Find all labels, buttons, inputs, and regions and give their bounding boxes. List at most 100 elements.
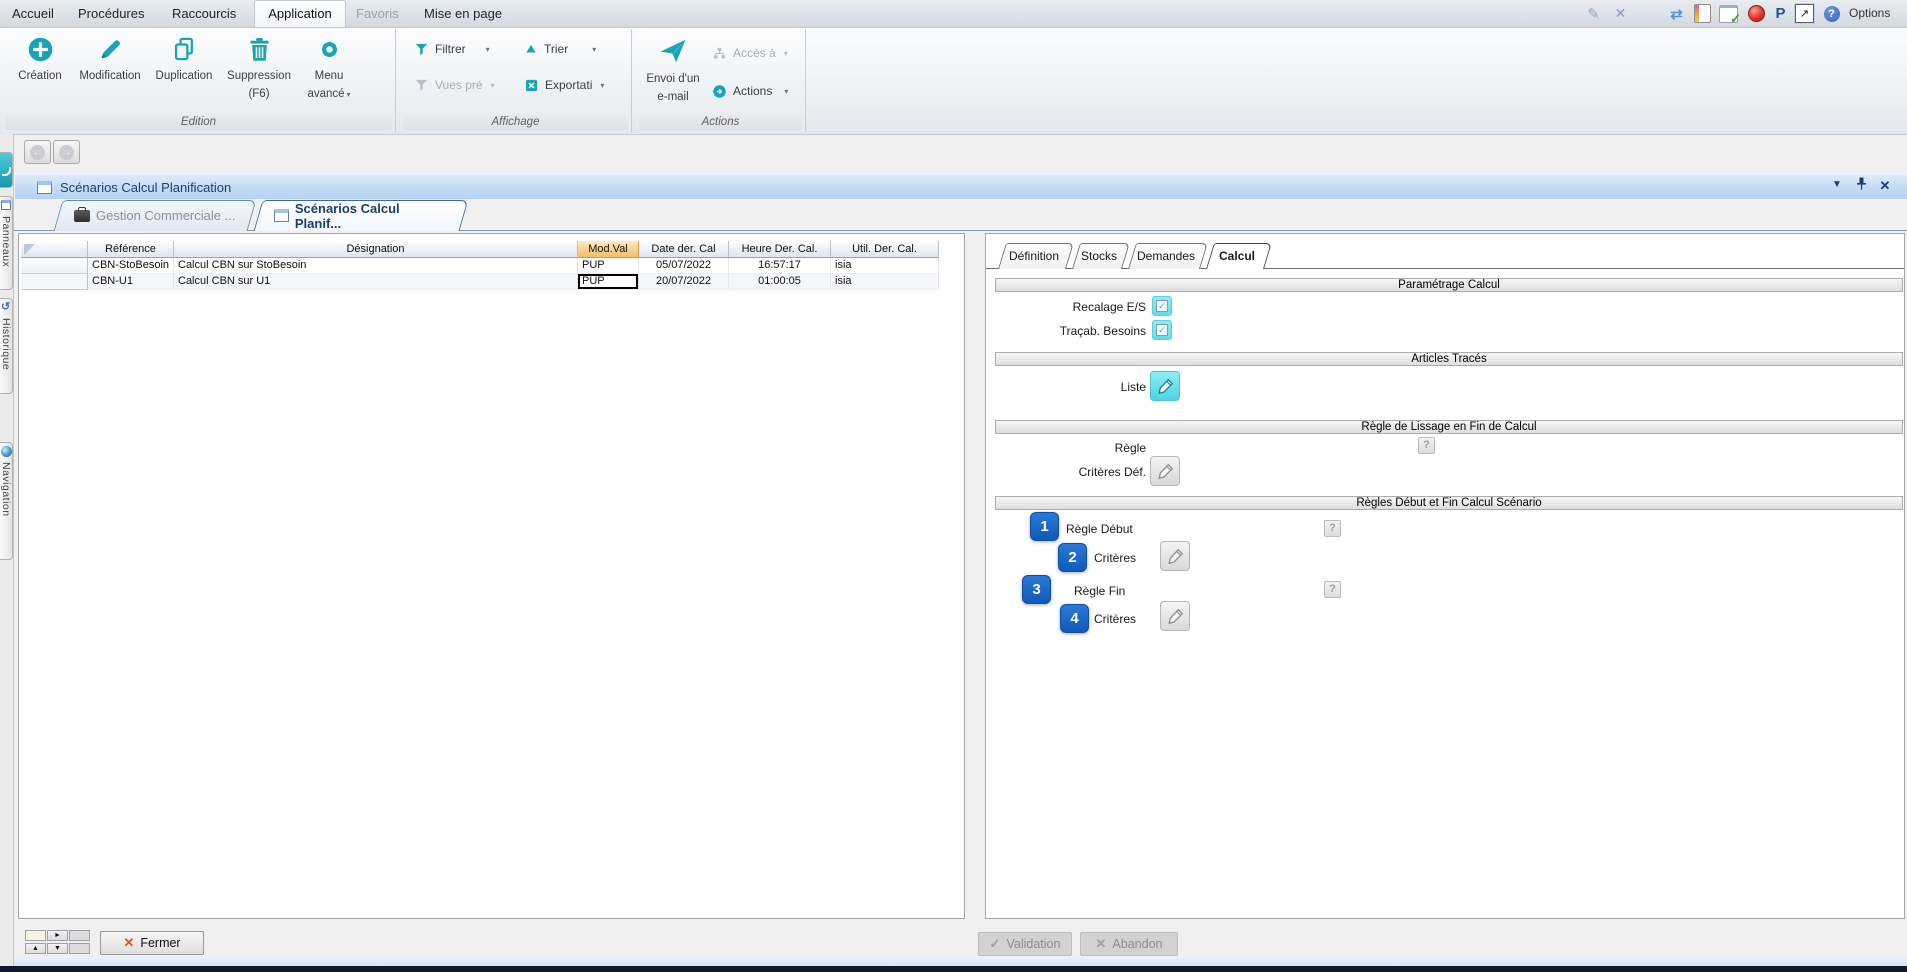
table-row[interactable]: CBN-U1 Calcul CBN sur U1 PUP 20/07/2022 … — [21, 274, 939, 290]
titlebar-dropdown-icon[interactable]: ▼ — [1828, 179, 1846, 190]
validation-label: Validation — [1006, 937, 1060, 951]
menu-favoris[interactable]: Favoris — [356, 0, 399, 27]
regle-debut-help-button[interactable]: ? — [1324, 520, 1341, 537]
liste-edit-button[interactable] — [1150, 371, 1180, 401]
signature-edit-icon[interactable]: ✎ — [1583, 3, 1604, 24]
col-header-heure[interactable]: Heure Der. Cal. — [729, 241, 831, 258]
creation-button[interactable]: Création — [7, 34, 73, 114]
annotation-badge-1: 1 — [1030, 512, 1059, 541]
history-forward-button[interactable]: → — [53, 140, 80, 164]
trier-button[interactable]: Trier ▾ — [524, 39, 596, 59]
sidebar-tab-historique[interactable]: ↺ Historique — [0, 298, 13, 394]
record-extra-button1[interactable] — [69, 930, 90, 941]
cell-designation[interactable]: Calcul CBN sur U1 — [174, 274, 578, 290]
suppression-label-line2: (F6) — [248, 88, 269, 100]
modification-button[interactable]: Modification — [72, 34, 148, 114]
validation-button[interactable]: ✓ Validation — [978, 932, 1072, 956]
help-icon[interactable]: ? — [1821, 3, 1842, 24]
cell-util[interactable]: isia — [831, 274, 939, 290]
table-row[interactable]: CBN-StoBesoin Calcul CBN sur StoBesoin P… — [21, 258, 939, 274]
sidebar-collapsed-panel-tab[interactable] — [0, 152, 13, 188]
record-next-button[interactable]: ▼ — [47, 943, 68, 954]
tab-demandes[interactable]: Demandes — [1128, 243, 1204, 269]
tab-scenarios-calcul[interactable]: Scénarios Calcul Planif... — [252, 200, 464, 231]
tab-gestion-commerciale[interactable]: Gestion Commerciale ... — [52, 200, 252, 231]
criteres-fin-button[interactable] — [1160, 601, 1190, 631]
fermer-button[interactable]: ✕ Fermer — [100, 931, 204, 955]
menu-application[interactable]: Application — [254, 0, 346, 27]
col-header-date[interactable]: Date der. Cal — [639, 241, 729, 258]
cell-modval[interactable]: PUP — [578, 258, 639, 274]
duplication-label: Duplication — [156, 70, 213, 82]
col-header-reference[interactable]: Référence — [88, 241, 174, 258]
menu-accueil[interactable]: Accueil — [12, 0, 54, 27]
record-first-button[interactable] — [25, 930, 46, 941]
sync-icon[interactable]: ⇄ — [1666, 3, 1687, 24]
row-selector-cell[interactable] — [21, 258, 88, 274]
col-header-util[interactable]: Util. Der. Cal. — [831, 241, 939, 258]
acces-a-button[interactable]: Accès à ▾ — [712, 43, 788, 63]
record-extra-button2[interactable] — [69, 943, 90, 954]
tab-calcul[interactable]: Calcul — [1206, 243, 1268, 269]
filtrer-label: Filtrer — [435, 42, 466, 56]
regle-fin-help-button[interactable]: ? — [1324, 581, 1341, 598]
notebook-icon[interactable] — [1692, 3, 1713, 24]
row-selector-cell-selected[interactable] — [21, 274, 88, 290]
sidebar-tab-panneaux[interactable]: Panneaux — [0, 196, 13, 290]
cell-heure[interactable]: 16:57:17 — [729, 258, 831, 274]
duplication-button[interactable]: Duplication — [148, 34, 220, 114]
suppression-button[interactable]: Suppression (F6) — [220, 34, 298, 114]
pin-icon[interactable] — [1852, 177, 1870, 193]
record-last-button[interactable]: ► — [47, 930, 68, 941]
menu-procedures[interactable]: Procédures — [78, 0, 144, 27]
sidebar-tab-navigation[interactable]: Navigation — [0, 442, 13, 560]
vues-pre-button[interactable]: Vues pré ▾ — [414, 75, 495, 95]
options-button[interactable]: Options — [1849, 0, 1890, 27]
cell-designation[interactable]: Calcul CBN sur StoBesoin — [174, 258, 578, 274]
menu-raccourcis[interactable]: Raccourcis — [172, 0, 236, 27]
hand-pen-gray-icon — [1166, 547, 1185, 566]
share-icon[interactable]: ↗ — [1794, 3, 1815, 24]
liste-label: Liste — [996, 380, 1146, 394]
criteres-debut-button[interactable] — [1160, 541, 1190, 571]
regle-help-button[interactable]: ? — [1418, 437, 1435, 454]
sort-triangle-icon — [524, 42, 538, 56]
tracab-checkbox[interactable]: ✓ — [1152, 320, 1172, 340]
cell-util[interactable]: isia — [831, 258, 939, 274]
exportation-button[interactable]: Exportati ▾ — [524, 75, 604, 95]
record-icon[interactable] — [1746, 3, 1767, 24]
affichage-group-label: Affichage — [403, 114, 628, 130]
cell-modval-selected[interactable]: PUP — [578, 274, 639, 290]
recalage-checkbox[interactable]: ✓ — [1152, 296, 1172, 316]
delete-x-icon[interactable]: ✕ — [1610, 3, 1631, 24]
vues-pre-label: Vues pré — [435, 78, 483, 92]
ribbon-group-affichage: Filtrer ▾ Trier ▾ Vues pré ▾ — [400, 29, 632, 132]
tab-stocks[interactable]: Stocks — [1072, 243, 1126, 269]
tab-demandes-label: Demandes — [1128, 243, 1204, 269]
actions-button[interactable]: Actions ▾ — [712, 81, 788, 101]
record-prev-button[interactable]: ▲ — [25, 943, 46, 954]
col-header-designation[interactable]: Désignation — [174, 241, 578, 258]
tracab-checkmark-icon: ✓ — [1156, 324, 1168, 336]
p-flag-icon[interactable]: P — [1770, 3, 1791, 24]
tab-gestion-label: Gestion Commerciale ... — [96, 208, 235, 223]
tracab-label: Traçab. Besoins — [996, 324, 1146, 338]
menu-mise-en-page[interactable]: Mise en page — [424, 0, 502, 27]
col-header-modval[interactable]: Mod.Val — [578, 241, 639, 258]
cell-date[interactable]: 05/07/2022 — [639, 258, 729, 274]
close-document-icon[interactable]: ✕ — [1876, 178, 1894, 194]
grid-corner-cell[interactable] — [21, 241, 88, 258]
tab-definition[interactable]: Définition — [998, 243, 1070, 269]
menu-avance-button[interactable]: Menu avancé▾ — [298, 34, 360, 114]
cell-reference[interactable]: CBN-U1 — [88, 274, 174, 290]
criteres-def-button[interactable] — [1150, 456, 1180, 486]
envoi-email-button[interactable]: Envoi d'un e-mail — [640, 34, 706, 114]
history-back-button[interactable]: ← — [24, 140, 51, 164]
pencil-icon — [97, 36, 124, 63]
task-check-icon[interactable] — [1718, 3, 1739, 24]
abandon-button[interactable]: ✕ Abandon — [1080, 932, 1178, 956]
cell-heure[interactable]: 01:00:05 — [729, 274, 831, 290]
cell-reference[interactable]: CBN-StoBesoin — [88, 258, 174, 274]
cell-date[interactable]: 20/07/2022 — [639, 274, 729, 290]
filtrer-button[interactable]: Filtrer ▾ — [414, 39, 490, 59]
